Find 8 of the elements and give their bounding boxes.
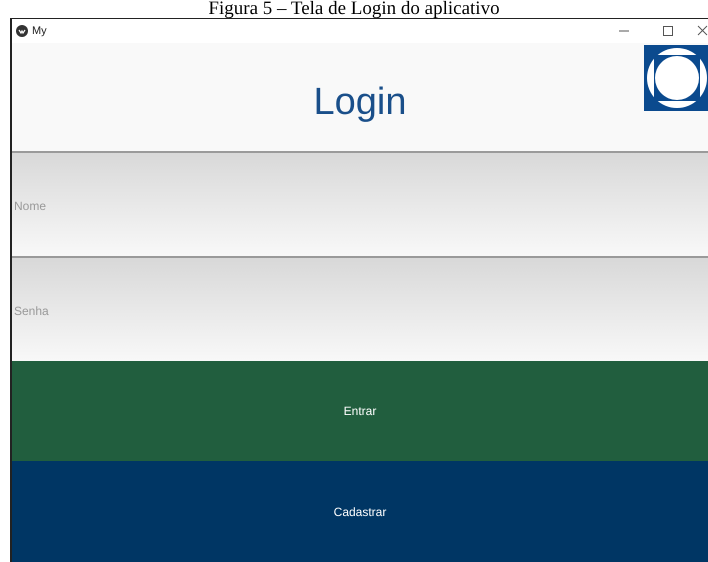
screen-title: Login xyxy=(314,80,406,124)
input-field[interactable]: Senha xyxy=(12,256,708,360)
figure-caption: Figura 5 – Tela de Login do aplicativo xyxy=(208,0,500,18)
login-button[interactable]: Entrar xyxy=(12,360,708,462)
app-icon xyxy=(16,25,28,37)
window-title: My xyxy=(32,25,47,37)
register-button[interactable]: Cadastrar xyxy=(12,461,708,562)
input-field[interactable]: Nome xyxy=(12,151,708,256)
